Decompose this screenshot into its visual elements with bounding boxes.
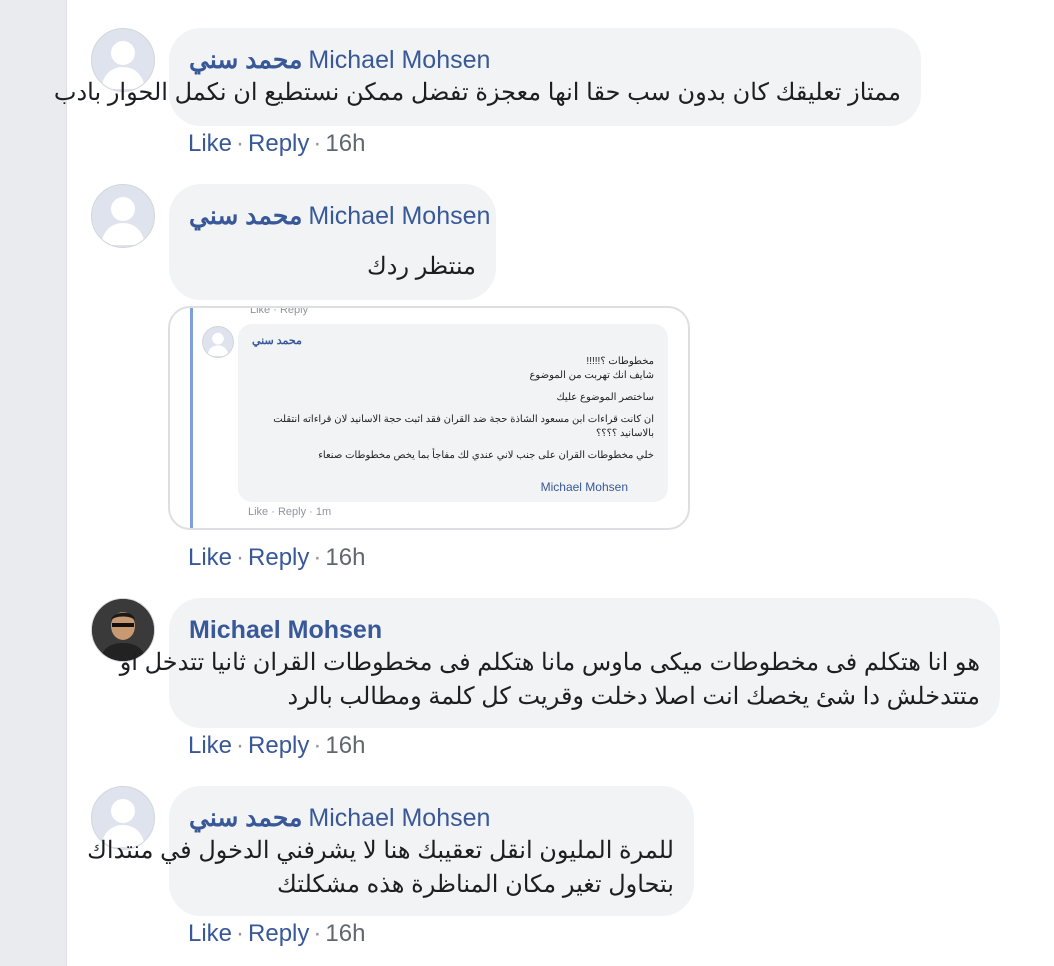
avatar[interactable]	[91, 184, 155, 248]
reply-link[interactable]: Reply	[248, 130, 309, 157]
thread-line	[190, 308, 193, 528]
comment-bubble: محمد سني Michael Mohsen منتظر ردك	[169, 184, 496, 300]
separator: ·	[313, 732, 322, 759]
comment-bubble: Michael Mohsen هو انا هتكلم فى مخطوطات م…	[119, 598, 1000, 728]
tagged-user[interactable]: Michael Mohsen	[308, 804, 490, 832]
mini-text-line	[252, 383, 654, 391]
separator: ·	[313, 920, 322, 947]
like-link[interactable]: Like	[188, 544, 232, 571]
reply-link[interactable]: Reply	[248, 732, 309, 759]
comment-actions: Like · Reply · 16h	[188, 130, 365, 158]
mini-text-line	[252, 405, 654, 413]
like-link[interactable]: Like	[188, 130, 232, 157]
mini-actions-bottom: Like · Reply · 1m	[248, 506, 332, 518]
mini-text-line: بالاسانيد ؟؟؟؟	[595, 428, 654, 439]
comment-actions: Like · Reply · 16h	[188, 544, 365, 572]
tagged-user[interactable]: Michael Mohsen	[308, 202, 490, 230]
comment-text: ممتاز تعليقك كان بدون سب حقا انها معجزة …	[53, 79, 901, 106]
comment-text: متتدخلش دا شئ يخصك انت اصلا دخلت وقريت ك…	[287, 683, 980, 710]
like-link[interactable]: Like	[188, 920, 232, 947]
timestamp[interactable]: 16h	[325, 544, 365, 571]
separator: ·	[236, 130, 245, 157]
separator: ·	[236, 732, 245, 759]
author-line: Michael Mohsen	[189, 614, 980, 646]
mini-actions-top: Like · Reply	[250, 306, 309, 316]
mini-text-line: ساختصر الموضوع عليك	[556, 392, 655, 403]
timestamp[interactable]: 16h	[325, 732, 365, 759]
author-name[interactable]: محمد سني	[189, 46, 302, 74]
comment-text: هو انا هتكلم فى مخطوطات ميكى ماوس مانا ه…	[119, 649, 980, 676]
mini-signature: Michael Mohsen	[540, 480, 628, 494]
mini-avatar	[202, 326, 234, 358]
attached-screenshot[interactable]: Like · Reply محمد سني مخطوطات ؟!!!!! شاي…	[168, 306, 690, 530]
author-name[interactable]: محمد سني	[189, 202, 302, 230]
separator: ·	[236, 544, 245, 571]
author-line: محمد سني Michael Mohsen	[189, 802, 674, 834]
comment-actions: Like · Reply · 16h	[188, 732, 365, 760]
mini-text-block: مخطوطات ؟!!!!! شايف انك تهربت من الموضوع…	[252, 355, 654, 463]
comment-bubble: محمد سني Michael Mohsen ممتاز تعليقك كان …	[53, 28, 921, 126]
mini-text-line: ان كانت قراءات ابن مسعود الشاذة حجة ضد ا…	[273, 414, 654, 425]
left-gutter	[0, 0, 67, 966]
mini-author-name: محمد سني	[252, 335, 302, 347]
reply-link[interactable]: Reply	[248, 544, 309, 571]
mini-comment-bubble: محمد سني مخطوطات ؟!!!!! شايف انك تهربت م…	[238, 324, 668, 502]
like-link[interactable]: Like	[188, 732, 232, 759]
author-name[interactable]: محمد سني	[189, 804, 302, 832]
separator: ·	[313, 544, 322, 571]
comment-text: منتظر ردك	[367, 253, 476, 280]
tagged-user[interactable]: Michael Mohsen	[308, 46, 490, 74]
comment-bubble: محمد سني Michael Mohsen للمرة المليون انق…	[87, 786, 694, 916]
timestamp[interactable]: 16h	[325, 130, 365, 157]
comment-text: للمرة المليون انقل تعقيبك هنا لا يشرفني …	[87, 837, 674, 864]
author-line: محمد سني Michael Mohsen	[189, 44, 901, 76]
default-avatar-icon	[101, 197, 145, 245]
default-avatar-icon	[207, 332, 229, 357]
mini-text-line: مخطوطات ؟!!!!!	[586, 356, 654, 367]
reply-link[interactable]: Reply	[248, 920, 309, 947]
comment-text: بتحاول تغير مكان المناظرة هذه مشكلتك	[277, 871, 674, 898]
mini-text-line: خلي مخطوطات القران على جنب لاني عندي لك …	[318, 450, 654, 461]
author-name[interactable]: Michael Mohsen	[189, 616, 382, 644]
comment-actions: Like · Reply · 16h	[188, 920, 365, 948]
author-line: محمد سني Michael Mohsen	[189, 200, 490, 232]
mini-text-line: شايف انك تهربت من الموضوع	[529, 370, 654, 381]
timestamp[interactable]: 16h	[325, 920, 365, 947]
separator: ·	[313, 130, 322, 157]
separator: ·	[236, 920, 245, 947]
mini-text-line	[252, 441, 654, 449]
